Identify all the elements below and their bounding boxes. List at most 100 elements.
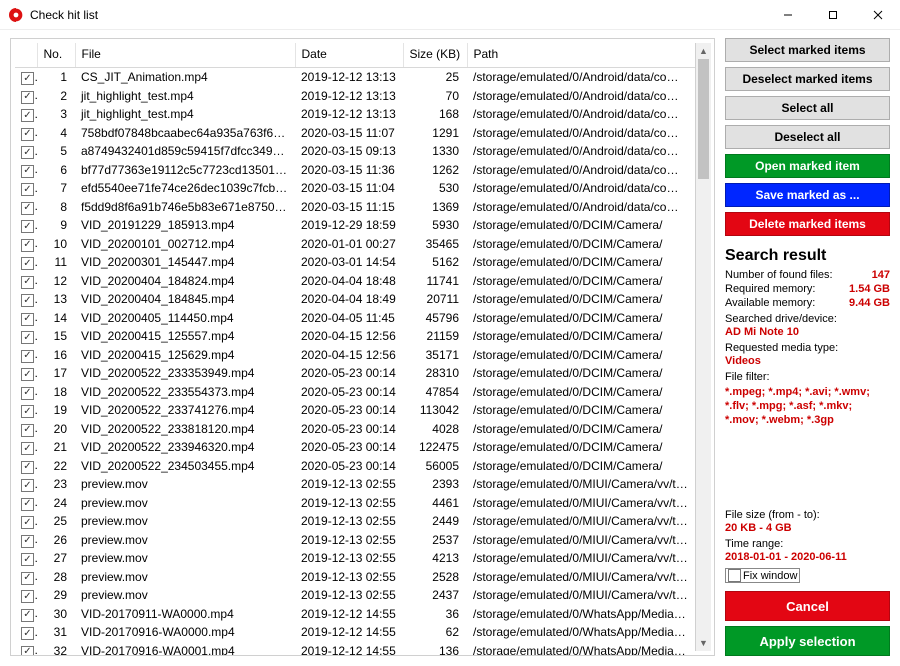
table-row[interactable]: ✓4758bdf07848bcaabec64a935a763f6476a14ab…: [15, 124, 710, 143]
table-row[interactable]: ✓27preview.mov2019-12-13 02:554213/stora…: [15, 549, 710, 568]
cell-size: 122475: [403, 438, 467, 457]
table-row[interactable]: ✓29preview.mov2019-12-13 02:552437/stora…: [15, 586, 710, 605]
table-row[interactable]: ✓18VID_20200522_233554373.mp42020-05-23 …: [15, 383, 710, 402]
table-row[interactable]: ✓30VID-20170911-WA0000.mp42019-12-12 14:…: [15, 605, 710, 624]
cell-date: 2019-12-13 02:55: [295, 586, 403, 605]
table-row[interactable]: ✓21VID_20200522_233946320.mp42020-05-23 …: [15, 438, 710, 457]
table-row[interactable]: ✓16VID_20200415_125629.mp42020-04-15 12:…: [15, 346, 710, 365]
scroll-down-icon[interactable]: ▼: [696, 635, 711, 651]
row-checkbox[interactable]: ✓: [21, 553, 34, 566]
cell-size: 28310: [403, 364, 467, 383]
cell-no: 32: [37, 642, 75, 657]
delete-marked-button[interactable]: Delete marked items: [725, 212, 890, 236]
row-checkbox[interactable]: ✓: [21, 442, 34, 455]
table-row[interactable]: ✓13VID_20200404_184845.mp42020-04-04 18:…: [15, 290, 710, 309]
row-checkbox[interactable]: ✓: [21, 257, 34, 270]
table-row[interactable]: ✓17VID_20200522_233353949.mp42020-05-23 …: [15, 364, 710, 383]
row-checkbox[interactable]: ✓: [21, 461, 34, 474]
col-no[interactable]: No.: [37, 43, 75, 68]
table-row[interactable]: ✓7efd5540ee71fe74ce26dec1039c7fcb961dc8d…: [15, 179, 710, 198]
row-checkbox[interactable]: ✓: [21, 220, 34, 233]
row-checkbox[interactable]: ✓: [21, 368, 34, 381]
cancel-button[interactable]: Cancel: [725, 591, 890, 621]
row-checkbox[interactable]: ✓: [21, 590, 34, 603]
table-row[interactable]: ✓1CS_JIT_Animation.mp42019-12-12 13:1325…: [15, 68, 710, 87]
file-size-value: 20 KB - 4 GB: [725, 522, 890, 534]
table-row[interactable]: ✓5a8749432401d859c59415f7dfcc349ecb1887f…: [15, 142, 710, 161]
row-checkbox[interactable]: ✓: [21, 109, 34, 122]
col-date[interactable]: Date: [295, 43, 403, 68]
table-row[interactable]: ✓10VID_20200101_002712.mp42020-01-01 00:…: [15, 235, 710, 254]
hit-table[interactable]: No. File Date Size (KB) Path ✓1CS_JIT_An…: [15, 43, 710, 656]
col-size[interactable]: Size (KB): [403, 43, 467, 68]
save-marked-button[interactable]: Save marked as ...: [725, 183, 890, 207]
row-checkbox[interactable]: ✓: [21, 572, 34, 585]
table-row[interactable]: ✓6bf77d77363e19112c5c7723cd13501ba553fb9…: [15, 161, 710, 180]
table-row[interactable]: ✓24preview.mov2019-12-13 02:554461/stora…: [15, 494, 710, 513]
cell-file: VID-20170916-WA0001.mp4: [75, 642, 295, 657]
table-row[interactable]: ✓8f5dd9d8f6a91b746e5b83e671e87503cc2cffd…: [15, 198, 710, 217]
row-checkbox[interactable]: ✓: [21, 646, 34, 657]
required-memory-value: 1.54 GB: [849, 283, 890, 295]
apply-selection-button[interactable]: Apply selection: [725, 626, 890, 656]
table-row[interactable]: ✓26preview.mov2019-12-13 02:552537/stora…: [15, 531, 710, 550]
fix-window-checkbox[interactable]: Fix window: [725, 568, 800, 583]
table-row[interactable]: ✓9VID_20191229_185913.mp42019-12-29 18:5…: [15, 216, 710, 235]
row-checkbox[interactable]: ✓: [21, 516, 34, 529]
deselect-marked-button[interactable]: Deselect marked items: [725, 67, 890, 91]
row-checkbox[interactable]: ✓: [21, 91, 34, 104]
row-checkbox[interactable]: ✓: [21, 498, 34, 511]
col-path[interactable]: Path: [467, 43, 710, 68]
cell-size: 36: [403, 605, 467, 624]
table-row[interactable]: ✓12VID_20200404_184824.mp42020-04-04 18:…: [15, 272, 710, 291]
table-row[interactable]: ✓31VID-20170916-WA0000.mp42019-12-12 14:…: [15, 623, 710, 642]
row-checkbox[interactable]: ✓: [21, 405, 34, 418]
row-checkbox[interactable]: ✓: [21, 350, 34, 363]
table-row[interactable]: ✓19VID_20200522_233741276.mp42020-05-23 …: [15, 401, 710, 420]
row-checkbox[interactable]: ✓: [21, 128, 34, 141]
row-checkbox[interactable]: ✓: [21, 313, 34, 326]
table-row[interactable]: ✓15VID_20200415_125557.mp42020-04-15 12:…: [15, 327, 710, 346]
row-checkbox[interactable]: ✓: [21, 424, 34, 437]
row-checkbox[interactable]: ✓: [21, 627, 34, 640]
row-checkbox[interactable]: ✓: [21, 183, 34, 196]
cell-size: 1369: [403, 198, 467, 217]
open-marked-button[interactable]: Open marked item: [725, 154, 890, 178]
row-checkbox[interactable]: ✓: [21, 535, 34, 548]
vertical-scrollbar[interactable]: ▲ ▼: [695, 43, 711, 651]
table-row[interactable]: ✓3jit_highlight_test.mp42019-12-12 13:13…: [15, 105, 710, 124]
maximize-button[interactable]: [810, 0, 855, 30]
cell-no: 6: [37, 161, 75, 180]
close-button[interactable]: [855, 0, 900, 30]
scroll-up-icon[interactable]: ▲: [696, 43, 711, 59]
cell-path: /storage/emulated/0/DCIM/Camera/: [467, 272, 710, 291]
table-row[interactable]: ✓2jit_highlight_test.mp42019-12-12 13:13…: [15, 87, 710, 106]
table-row[interactable]: ✓11VID_20200301_145447.mp42020-03-01 14:…: [15, 253, 710, 272]
table-row[interactable]: ✓14VID_20200405_114450.mp42020-04-05 11:…: [15, 309, 710, 328]
table-row[interactable]: ✓28preview.mov2019-12-13 02:552528/stora…: [15, 568, 710, 587]
table-row[interactable]: ✓25preview.mov2019-12-13 02:552449/stora…: [15, 512, 710, 531]
row-checkbox[interactable]: ✓: [21, 165, 34, 178]
row-checkbox[interactable]: ✓: [21, 202, 34, 215]
minimize-button[interactable]: [765, 0, 810, 30]
select-all-button[interactable]: Select all: [725, 96, 890, 120]
row-checkbox[interactable]: ✓: [21, 479, 34, 492]
row-checkbox[interactable]: ✓: [21, 331, 34, 344]
table-row[interactable]: ✓20VID_20200522_233818120.mp42020-05-23 …: [15, 420, 710, 439]
deselect-all-button[interactable]: Deselect all: [725, 125, 890, 149]
table-row[interactable]: ✓32VID-20170916-WA0001.mp42019-12-12 14:…: [15, 642, 710, 657]
row-checkbox[interactable]: ✓: [21, 276, 34, 289]
col-file[interactable]: File: [75, 43, 295, 68]
cell-date: 2019-12-12 13:13: [295, 87, 403, 106]
cell-no: 25: [37, 512, 75, 531]
scrollbar-thumb[interactable]: [698, 59, 709, 179]
row-checkbox[interactable]: ✓: [21, 387, 34, 400]
row-checkbox[interactable]: ✓: [21, 239, 34, 252]
select-marked-button[interactable]: Select marked items: [725, 38, 890, 62]
row-checkbox[interactable]: ✓: [21, 609, 34, 622]
row-checkbox[interactable]: ✓: [21, 294, 34, 307]
row-checkbox[interactable]: ✓: [21, 72, 34, 85]
row-checkbox[interactable]: ✓: [21, 146, 34, 159]
table-row[interactable]: ✓22VID_20200522_234503455.mp42020-05-23 …: [15, 457, 710, 476]
table-row[interactable]: ✓23preview.mov2019-12-13 02:552393/stora…: [15, 475, 710, 494]
